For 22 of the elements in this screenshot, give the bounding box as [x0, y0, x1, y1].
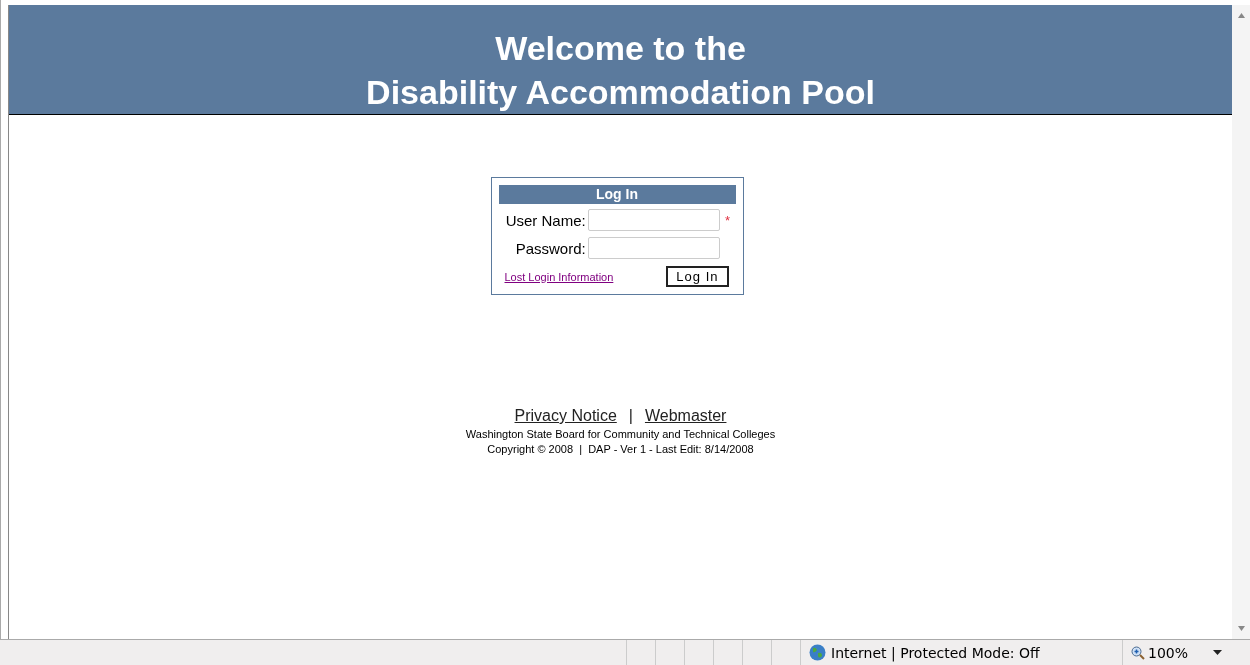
- page-title: Disability Accommodation Pool: [366, 72, 875, 113]
- login-heading: Log In: [498, 185, 736, 204]
- lost-login-link[interactable]: Lost Login Information: [504, 270, 614, 283]
- caret-icon[interactable]: [1213, 650, 1223, 655]
- scroll-down-icon[interactable]: [1237, 626, 1245, 631]
- zoom-level[interactable]: 100%: [1148, 644, 1189, 661]
- privacy-notice-link[interactable]: Privacy Notice: [514, 407, 617, 425]
- scroll-up-icon[interactable]: [1237, 13, 1245, 18]
- input-field[interactable]: [587, 237, 720, 259]
- copyright-text: Copyright © 2008 | DAP - Ver 1 - Last Edit: 8/14/2008: [487, 443, 754, 455]
- link-separator: |: [628, 407, 633, 425]
- required-mark: *: [725, 212, 731, 228]
- input-field[interactable]: [587, 209, 720, 231]
- page-title: Welcome to the: [495, 28, 746, 69]
- field-label: User Name:: [504, 211, 586, 229]
- magnifier-icon[interactable]: [1131, 645, 1145, 660]
- webmaster-link[interactable]: Webmaster: [644, 407, 727, 425]
- login-button[interactable]: Log In: [666, 266, 729, 287]
- security-zone-text: Internet | Protected Mode: Off: [831, 644, 1040, 661]
- organization-name: Washington State Board for Community and Technical Colleges: [465, 428, 776, 440]
- globe-icon: [809, 644, 826, 661]
- field-label: Password:: [514, 239, 586, 257]
